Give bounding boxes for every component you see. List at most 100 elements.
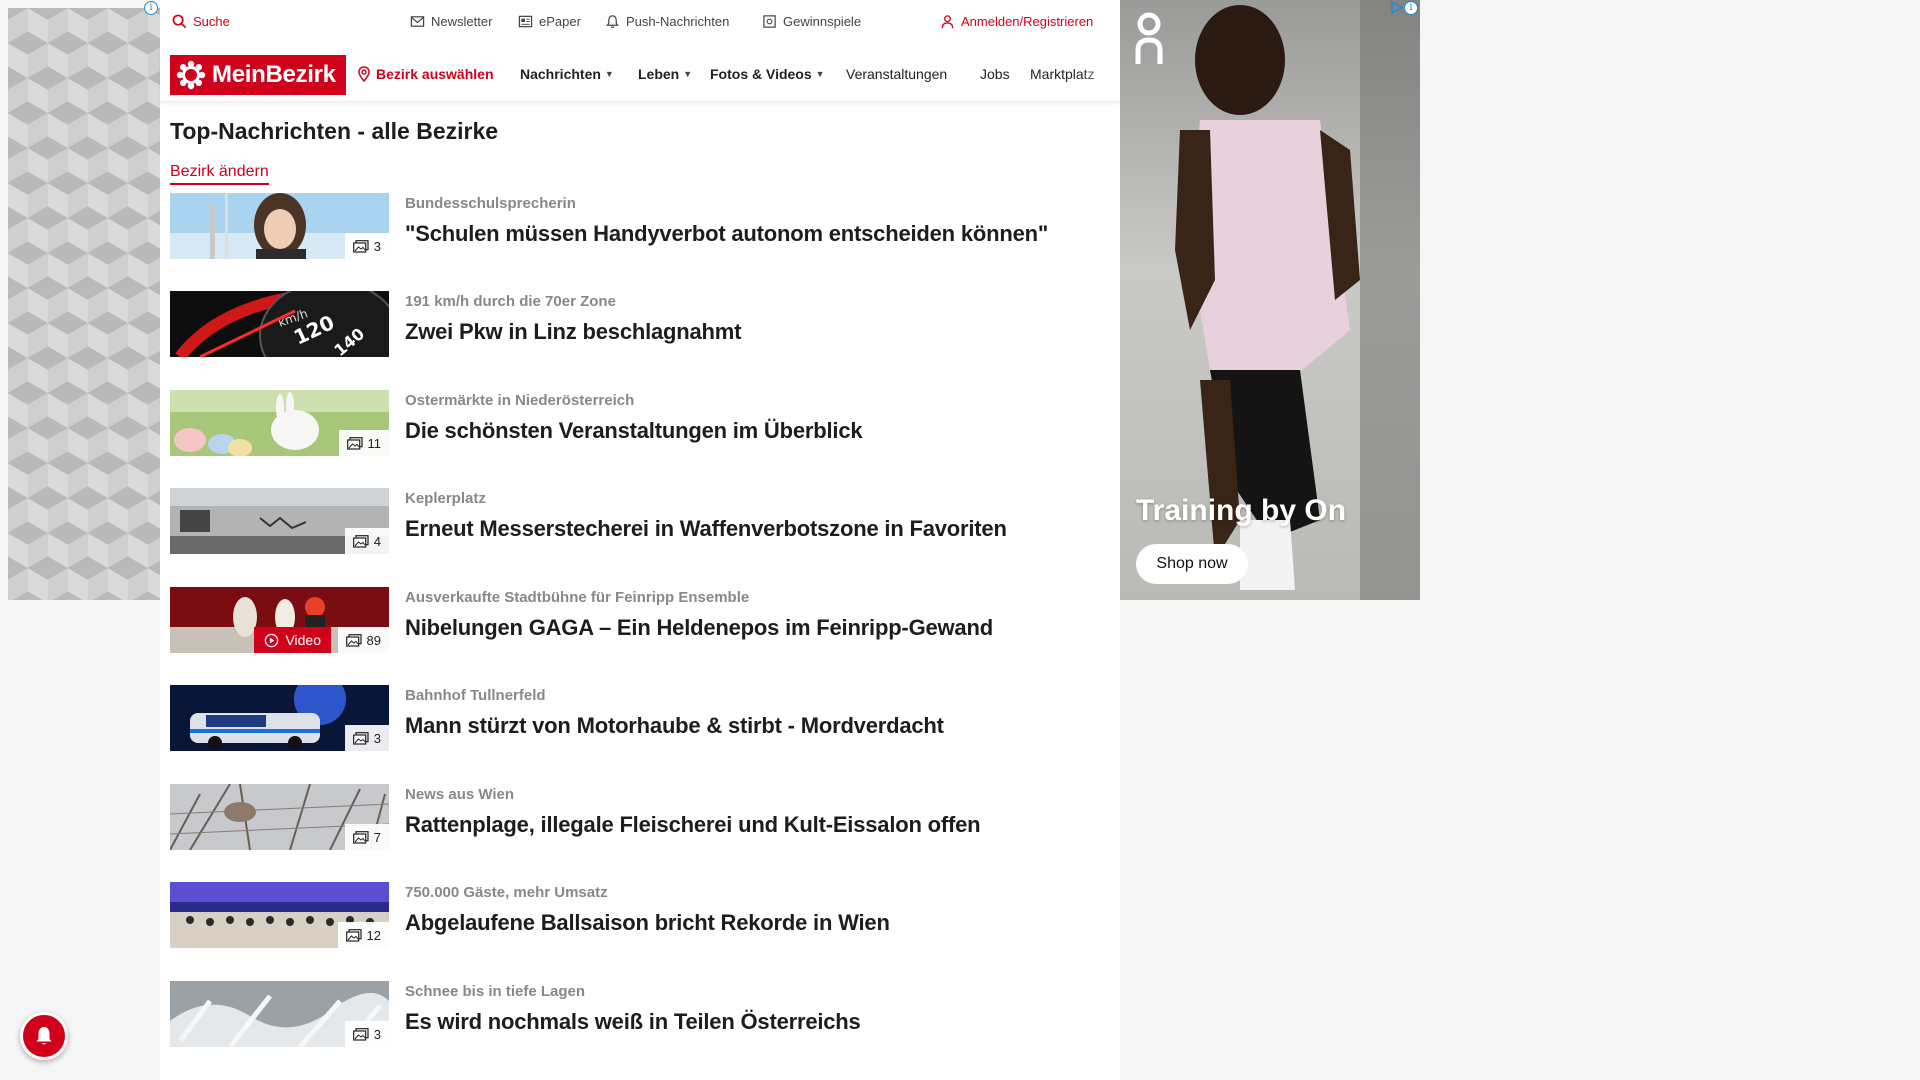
- image-gallery-icon: [352, 534, 369, 548]
- envelope-icon: [410, 16, 425, 27]
- newspaper-icon: [518, 15, 533, 28]
- article-kicker: 750.000 Gäste, mehr Umsatz: [405, 884, 608, 901]
- article-thumbnail[interactable]: 3: [170, 981, 389, 1047]
- article-item[interactable]: 3 Bahnhof Tullnerfeld Mann stürzt von Mo…: [170, 685, 1110, 751]
- image-gallery-icon: [352, 239, 369, 253]
- gallery-count-badge: 4: [344, 528, 389, 554]
- article-thumbnail[interactable]: 4: [170, 488, 389, 554]
- article-thumbnail[interactable]: 3: [170, 193, 389, 259]
- gallery-count: 4: [373, 533, 381, 549]
- search-icon: [172, 14, 187, 29]
- push-notification-button[interactable]: [20, 1012, 68, 1060]
- location-pin-icon: [358, 66, 370, 82]
- article-headline[interactable]: Zwei Pkw in Linz beschlagnahmt: [405, 319, 741, 345]
- image-gallery-icon: [346, 436, 363, 450]
- push-label: Push-Nachrichten: [626, 14, 730, 29]
- nav-scroll-fade: [1080, 52, 1120, 96]
- gallery-count: 3: [373, 730, 381, 746]
- gallery-count: 12: [366, 927, 381, 943]
- ad-headline: Training by On: [1136, 494, 1347, 527]
- newsletter-link[interactable]: Newsletter: [410, 14, 492, 29]
- change-bezirk-link[interactable]: Bezirk ändern: [170, 163, 269, 185]
- search-link[interactable]: Suche: [172, 14, 230, 29]
- article-item[interactable]: km/h 120 140 191 km/h durch die 70er Zon…: [170, 291, 1110, 357]
- image-gallery-icon: [352, 830, 369, 844]
- nav-jobs-label: Jobs: [980, 66, 1010, 82]
- article-kicker: Bundesschulsprecherin: [405, 195, 576, 212]
- gift-icon: [763, 15, 776, 28]
- main-column: Suche Newsletter ePaper Push-Nachrichten…: [160, 0, 1120, 1080]
- article-kicker: Schnee bis in tiefe Lagen: [405, 983, 586, 1000]
- top-utility-bar: Suche Newsletter ePaper Push-Nachrichten…: [160, 0, 1120, 46]
- shop-now-button[interactable]: Shop now: [1136, 544, 1248, 584]
- article-headline[interactable]: Nibelungen GAGA – Ein Heldenepos im Fein…: [405, 615, 993, 641]
- login-link[interactable]: Anmelden/Registrieren: [940, 14, 1093, 29]
- article-headline[interactable]: Abgelaufene Ballsaison bricht Rekorde in…: [405, 910, 890, 936]
- nav-leben[interactable]: Leben ▼: [638, 66, 692, 82]
- article-kicker: 191 km/h durch die 70er Zone: [405, 293, 616, 310]
- article-thumbnail[interactable]: 7: [170, 784, 389, 850]
- article-item[interactable]: 3 Bundesschulsprecherin "Schulen müssen …: [170, 193, 1110, 259]
- left-ad-banner[interactable]: [8, 8, 160, 600]
- logo-text: MeinBezirk: [212, 61, 336, 88]
- ad-info-icon[interactable]: i: [144, 1, 158, 15]
- article-kicker: Keplerplatz: [405, 490, 486, 507]
- nav-fotos-videos-label: Fotos & Videos: [710, 66, 812, 82]
- bell-icon: [606, 15, 619, 28]
- gallery-count-badge: 11: [338, 430, 389, 456]
- gallery-count: 3: [373, 238, 381, 254]
- page-title: Top-Nachrichten - alle Bezirke: [170, 118, 499, 144]
- article-item[interactable]: Video 89 Ausverkaufte Stadtbühne für Fei…: [170, 587, 1110, 653]
- gallery-count-badge: 7: [344, 824, 389, 850]
- article-item[interactable]: 12 750.000 Gäste, mehr Umsatz Abgelaufen…: [170, 882, 1110, 948]
- bell-icon: [36, 1027, 52, 1045]
- nav-jobs[interactable]: Jobs: [980, 66, 1010, 82]
- gallery-count-badge: 3: [344, 1021, 389, 1047]
- epaper-label: ePaper: [539, 14, 581, 29]
- on-brand-logo: [1135, 12, 1163, 64]
- article-item[interactable]: 3 Schnee bis in tiefe Lagen Es wird noch…: [170, 981, 1110, 1047]
- article-headline[interactable]: Die schönsten Veranstaltungen im Überbli…: [405, 418, 863, 444]
- user-icon: [941, 15, 954, 29]
- nav-fotos-videos[interactable]: Fotos & Videos ▼: [710, 66, 825, 82]
- article-kicker: Bahnhof Tullnerfeld: [405, 687, 546, 704]
- article-item[interactable]: 4 Keplerplatz Erneut Messerstecherei in …: [170, 488, 1110, 554]
- meinbezirk-logo[interactable]: MeinBezirk: [170, 55, 346, 95]
- gallery-count-badge: 3: [344, 233, 389, 259]
- push-notifications-link[interactable]: Push-Nachrichten: [605, 14, 729, 29]
- article-thumbnail[interactable]: Video 89: [170, 587, 389, 653]
- gallery-count-badge: 89: [337, 627, 389, 653]
- article-headline[interactable]: Es wird nochmals weiß in Teilen Österrei…: [405, 1009, 861, 1035]
- image-gallery-icon: [352, 731, 369, 745]
- gallery-count: 7: [373, 829, 381, 845]
- article-headline[interactable]: Rattenplage, illegale Fleischerei und Ku…: [405, 812, 981, 838]
- nav-nachrichten[interactable]: Nachrichten ▼: [520, 66, 614, 82]
- video-label: Video: [285, 632, 321, 648]
- article-headline[interactable]: Mann stürzt von Motorhaube & stirbt - Mo…: [405, 713, 944, 739]
- ad-info-icon[interactable]: i: [1404, 1, 1418, 15]
- gallery-count: 11: [367, 435, 382, 451]
- bezirk-select-link[interactable]: Bezirk auswählen: [356, 66, 494, 82]
- article-thumbnail[interactable]: 3: [170, 685, 389, 751]
- chevron-down-icon: ▼: [604, 69, 614, 79]
- adchoices-badge[interactable]: i: [1390, 1, 1418, 15]
- bezirk-select-label: Bezirk auswählen: [376, 66, 494, 82]
- article-thumbnail[interactable]: km/h 120 140: [170, 291, 389, 357]
- nav-veranstaltungen[interactable]: Veranstaltungen: [846, 66, 947, 82]
- image-gallery-icon: [345, 633, 362, 647]
- article-thumbnail[interactable]: 11: [170, 390, 389, 456]
- epaper-link[interactable]: ePaper: [518, 14, 581, 29]
- image-gallery-icon: [345, 928, 362, 942]
- right-ad-banner[interactable]: Training by On Shop now i: [1120, 0, 1420, 600]
- article-item[interactable]: 7 News aus Wien Rattenplage, illegale Fl…: [170, 784, 1110, 850]
- article-thumbnail[interactable]: 12: [170, 882, 389, 948]
- video-badge[interactable]: Video: [254, 627, 331, 653]
- newsletter-label: Newsletter: [431, 14, 493, 29]
- article-headline[interactable]: "Schulen müssen Handyverbot autonom ents…: [405, 221, 1048, 247]
- nav-nachrichten-label: Nachrichten: [520, 66, 601, 82]
- gewinnspiele-link[interactable]: Gewinnspiele: [762, 14, 861, 29]
- image-gallery-icon: [352, 1027, 369, 1041]
- article-headline[interactable]: Erneut Messerstecherei in Waffenverbotsz…: [405, 516, 1007, 542]
- nav-veranstaltungen-label: Veranstaltungen: [846, 66, 948, 82]
- article-item[interactable]: 11 Ostermärkte in Niederösterreich Die s…: [170, 390, 1110, 456]
